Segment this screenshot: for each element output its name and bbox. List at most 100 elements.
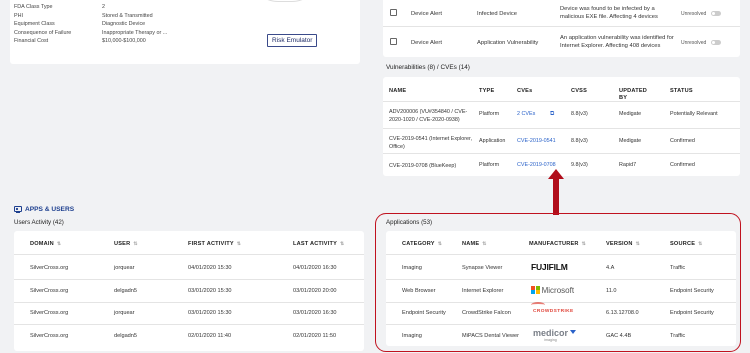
vuln-type: Platform xyxy=(479,111,500,117)
app-version: 6.13.12708.0 xyxy=(606,310,639,316)
app-category: Web Browser xyxy=(402,287,436,294)
alert-type: Device Alert xyxy=(411,40,442,46)
manufacturer-logo-medicor: medicor imaging xyxy=(533,328,576,342)
apps-users-header: APPS & USERS xyxy=(14,206,74,213)
vuln-header-divider xyxy=(383,101,740,102)
row-divider xyxy=(383,128,740,129)
sort-icon[interactable]: ⇅ xyxy=(698,241,702,247)
row-divider xyxy=(14,301,364,303)
vuln-name: CVE-2019-0708 (BlueKeep) xyxy=(389,163,457,169)
vuln-cvss: 8.8(v3) xyxy=(571,111,588,117)
user-first-activity: 03/01/2020 15:30 xyxy=(188,310,232,316)
apps-header-cell: NAME ⇅ xyxy=(462,241,487,247)
app-category: Imaging xyxy=(402,265,422,271)
highlight-arrow-icon xyxy=(548,169,564,215)
row-divider xyxy=(386,279,736,280)
users-activity-title: Users Activity (42) xyxy=(14,219,64,226)
device-field-label: Consequence of Failure xyxy=(14,29,72,36)
applications-title: Applications (53) xyxy=(386,219,433,226)
manufacturer-logo-microsoft: Microsoft xyxy=(531,286,574,295)
user-domain: SilverCross.org xyxy=(30,287,69,294)
risk-emulator-button[interactable]: Risk Emulator xyxy=(267,34,318,47)
device-field-value: Diagnostic Device xyxy=(102,21,146,27)
vuln-header-cell: NAME xyxy=(389,88,407,94)
sort-icon[interactable]: ⇅ xyxy=(636,241,640,247)
alert-row-checkbox[interactable] xyxy=(390,9,397,16)
device-field-value: 2 xyxy=(102,4,105,10)
vuln-name: CVE-2019-0541 (Internet Explorer, Office… xyxy=(389,136,473,150)
row-divider xyxy=(383,26,740,27)
vuln-type: Application xyxy=(479,138,506,144)
user-name: delgadn5 xyxy=(114,332,138,339)
users-header-cell: FIRST ACTIVITY ⇅ xyxy=(188,241,242,247)
alert-description: Device was found to be infected by a mal… xyxy=(560,6,658,20)
device-image-placeholder xyxy=(250,0,320,2)
sort-icon[interactable]: ⇅ xyxy=(57,241,61,247)
sort-icon[interactable]: ⇅ xyxy=(438,241,442,247)
users-activity-table: DOMAIN ⇅ USER ⇅ FIRST ACTIVITY ⇅ LAST ACTIVITY… xyxy=(14,231,364,351)
vuln-cves-link[interactable]: 2 CVEs xyxy=(517,111,535,117)
sort-icon[interactable]: ⇅ xyxy=(582,241,586,247)
vuln-updated-by: Rapid7 xyxy=(619,162,637,168)
device-field-label: Financial Cost xyxy=(14,38,49,44)
alert-status: Unresolved xyxy=(681,11,707,17)
alert-toggle[interactable] xyxy=(711,11,721,16)
vuln-type: Platform xyxy=(479,162,500,168)
row-divider xyxy=(383,153,740,154)
vulnerabilities-title: Vulnerabilities (8) / CVEs (14) xyxy=(386,64,470,71)
app-source: Traffic xyxy=(670,332,686,339)
users-header-cell: USER ⇅ xyxy=(114,241,138,247)
user-domain: SilverCross.org xyxy=(30,332,69,339)
vuln-header-cell: CVEs xyxy=(517,88,533,94)
app-category: Imaging xyxy=(402,332,422,339)
microsoft-logo-icon xyxy=(531,285,540,295)
vuln-name: ADV200006 (VU#354840 / CVE-2020-1020 / C… xyxy=(389,109,468,123)
row-divider xyxy=(14,279,364,280)
app-version: GAC 4.4B xyxy=(606,332,632,339)
manufacturer-logo-subtext: imaging xyxy=(544,337,557,342)
row-divider xyxy=(14,324,364,325)
device-field-label: FDA Class Type xyxy=(14,4,53,10)
vulnerabilities-table: NAME TYPE CVEs CVSS UPDATED BY STATUS ADV2000… xyxy=(383,77,740,176)
vuln-header-cell: UPDATED BY xyxy=(619,88,648,101)
user-first-activity: 02/01/2020 11:40 xyxy=(188,332,232,339)
user-first-activity: 03/01/2020 15:30 xyxy=(188,287,232,294)
vuln-cvss: 9.8(v3) xyxy=(571,162,588,168)
vuln-status: Confirmed xyxy=(670,138,695,144)
app-source: Traffic xyxy=(670,265,686,271)
user-name: delgadn5 xyxy=(114,287,138,294)
user-last-activity: 02/01/2020 11:50 xyxy=(293,332,337,339)
external-link-icon[interactable]: ⧉ xyxy=(550,111,554,118)
device-field-value: Inappropriate Therapy or ... xyxy=(102,29,168,36)
users-header-cell: LAST ACTIVITY ⇅ xyxy=(293,241,345,247)
vuln-header-cell: CVSS xyxy=(571,88,588,94)
user-domain: SilverCross.org xyxy=(30,310,69,316)
device-field-value: $10,000-$100,000 xyxy=(102,38,146,44)
alert-row-checkbox[interactable] xyxy=(390,38,397,45)
alert-toggle[interactable] xyxy=(711,40,721,45)
users-header-divider xyxy=(14,254,364,255)
user-last-activity: 04/01/2020 16:30 xyxy=(293,265,337,271)
apps-users-title: APPS & USERS xyxy=(25,206,75,213)
app-version: 11.0 xyxy=(606,287,617,294)
app-category: Endpoint Security xyxy=(402,310,446,316)
device-field-label: PHI xyxy=(14,12,23,19)
alert-category: Application Vulnerability xyxy=(477,40,539,46)
alert-status: Unresolved xyxy=(681,40,707,46)
vuln-cvss: 8.8(v3) xyxy=(571,138,588,144)
vuln-cves-link[interactable]: CVE-2019-0541 xyxy=(517,138,556,144)
sort-icon[interactable]: ⇅ xyxy=(133,241,137,247)
user-domain: SilverCross.org xyxy=(30,265,69,271)
sort-icon[interactable]: ⇅ xyxy=(237,241,241,247)
applications-table: CATEGORY ⇅ NAME ⇅ MANUFACTURER ⇅ VERSION ⇅ SOURC… xyxy=(386,231,736,346)
app-version: 4.A xyxy=(606,265,615,271)
device-field-label: Equipment Class xyxy=(14,21,55,27)
apps-header-cell: SOURCE ⇅ xyxy=(670,241,703,247)
user-name: jorquear xyxy=(114,265,135,271)
vuln-header-cell: STATUS xyxy=(670,88,693,94)
sort-icon[interactable]: ⇅ xyxy=(482,241,486,247)
sort-icon[interactable]: ⇅ xyxy=(340,241,344,247)
user-first-activity: 04/01/2020 15:30 xyxy=(188,265,232,271)
vuln-updated-by: Medigate xyxy=(619,138,642,144)
alerts-card: Device Alert Infected Device Device was fo… xyxy=(383,0,740,57)
